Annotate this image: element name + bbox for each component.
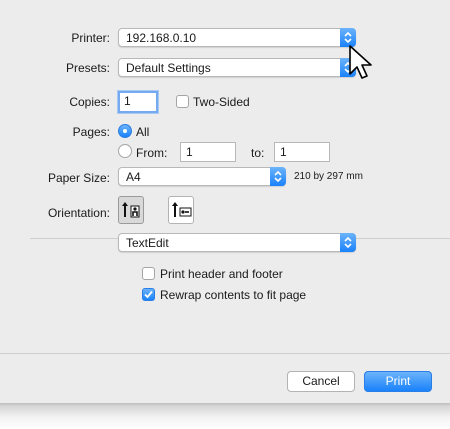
paper-size-select[interactable]: A4 (118, 167, 286, 186)
pages-all-label: All (136, 125, 150, 139)
up-down-arrows-icon (270, 167, 286, 186)
pages-to-field[interactable]: 1 (274, 142, 330, 162)
two-sided-checkbox[interactable] (176, 95, 189, 108)
presets-label: Presets: (65, 61, 110, 75)
pages-to-label: to: (251, 146, 265, 160)
copies-label: Copies: (69, 95, 110, 109)
two-sided-label: Two-Sided (193, 95, 250, 109)
portrait-orientation-icon (122, 202, 140, 218)
pages-from-label: From: (136, 146, 168, 160)
copies-field[interactable]: 1 (118, 91, 158, 113)
printer-select[interactable]: 192.168.0.10 (118, 28, 356, 47)
dialog-shadow (0, 403, 450, 429)
footer-divider (0, 353, 450, 354)
paper-size-label: Paper Size: (47, 171, 110, 185)
app-options-select[interactable]: TextEdit (118, 233, 356, 252)
landscape-orientation-icon (172, 202, 192, 217)
cancel-button[interactable]: Cancel (287, 371, 355, 392)
print-header-footer-checkbox[interactable] (142, 267, 155, 280)
presets-select[interactable]: Default Settings (118, 58, 356, 77)
pages-label: Pages: (72, 125, 110, 139)
landscape-orientation-button[interactable] (168, 196, 194, 224)
print-button[interactable]: Print (364, 371, 432, 392)
mouse-pointer-icon (349, 45, 372, 79)
rewrap-checkbox[interactable] (142, 288, 155, 301)
printer-value: 192.168.0.10 (126, 31, 197, 45)
up-down-arrows-icon (340, 233, 356, 252)
rewrap-label: Rewrap contents to fit page (160, 288, 307, 302)
pages-all-radio[interactable] (118, 124, 132, 138)
pages-from-field[interactable]: 1 (180, 142, 236, 162)
paper-size-value: A4 (126, 170, 141, 184)
pages-from-radio[interactable] (118, 144, 132, 158)
print-dialog: Printer: 192.168.0.10 Presets: Default S… (0, 0, 450, 403)
orientation-label: Orientation: (47, 206, 110, 220)
print-header-footer-label: Print header and footer (160, 267, 283, 281)
checkmark-icon (144, 290, 153, 299)
paper-dimensions: 210 by 297 mm (294, 171, 363, 182)
printer-label: Printer: (71, 31, 110, 45)
portrait-orientation-button[interactable] (118, 196, 144, 224)
app-options-value: TextEdit (126, 236, 169, 250)
presets-value: Default Settings (126, 61, 211, 75)
